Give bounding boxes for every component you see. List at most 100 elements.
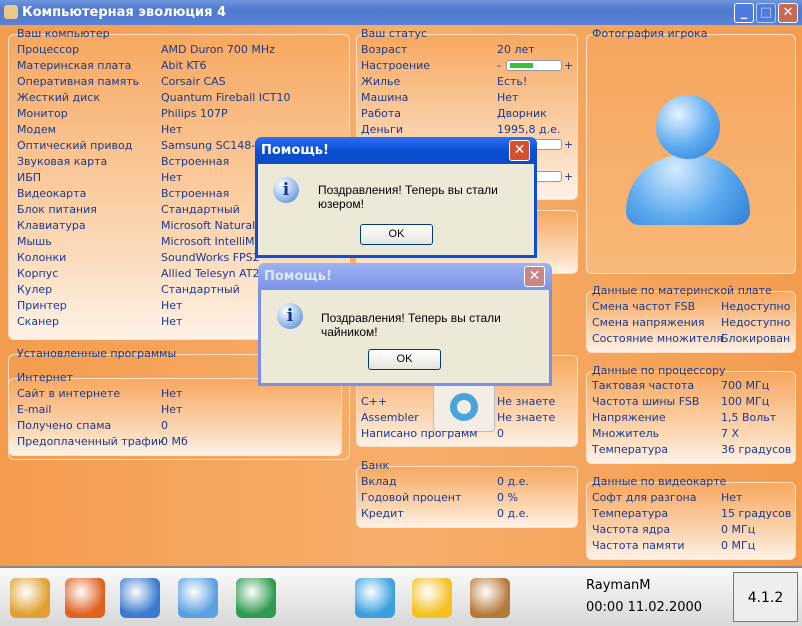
row-label: Блок питания [17,203,97,216]
hardware-info-icon[interactable] [236,578,276,618]
row-label: Частота памяти [592,539,685,552]
row-label: Оптический привод [17,139,133,152]
row-label: Частота шины FSB [592,395,700,408]
mood-bar [506,60,562,71]
row-value: 700 МГц [721,379,770,392]
mood-minus-button[interactable]: - [497,59,501,72]
computer-title: Ваш компьютер [17,27,110,40]
row-value: 0 МГц [721,523,756,536]
dialog-message: Поздравления! Теперь вы стали юзером! [318,183,498,211]
kde-gear-icon[interactable] [10,578,50,618]
row-value: Samsung SC148-F [161,139,262,152]
row-value: 15 градусов [721,507,792,520]
row-value: Abit KT6 [161,59,207,72]
row-label: Жесткий диск [17,91,100,104]
row-label: Клавиатура [17,219,86,232]
row-label: Кредит [361,507,404,520]
status-title: Ваш статус [361,27,428,40]
info-icon: i [277,303,303,329]
row-value: 0 Мб [161,435,188,448]
row-label: C++ [361,395,388,408]
row-label: Деньги [361,123,403,136]
minimize-button[interactable]: _ [734,3,754,23]
stat-plus-button[interactable]: + [564,138,573,151]
dialog-close-button[interactable]: ✕ [509,140,530,161]
dialog-title: Помощь! [255,137,537,164]
row-value: Нет [161,171,183,184]
title-bar: Компьютерная эволюция 4 _ □ ✕ [0,0,802,25]
star-icon[interactable] [412,578,452,618]
install-software-icon[interactable] [178,578,218,618]
row-value: Блокирован [721,332,791,345]
row-value: Нет [161,315,183,328]
row-value: 0 д.е. [497,475,529,488]
ok-button[interactable]: OK [360,224,433,245]
stat-plus-button[interactable]: + [564,170,573,183]
row-value: Не знаете [497,411,556,424]
row-value: 1,5 Вольт [721,411,777,424]
row-label: Тактовая частота [592,379,695,392]
internet-title: Интернет [17,371,73,384]
help-dialog: Помощь! ✕ i Поздравления! Теперь вы стал… [258,263,552,386]
row-label: Процессор [17,43,80,56]
row-value: Недоступно [721,300,791,313]
row-label: Машина [361,91,409,104]
blocks-icon[interactable] [355,578,395,618]
row-label: Сайт в интернете [17,387,121,400]
row-label: Вклад [361,475,397,488]
row-label: Годовой процент [361,491,462,504]
row-label: Настроение [361,59,431,72]
row-value: Встроенная [161,187,230,200]
row-label: Принтер [17,299,67,312]
gear-icon [433,380,495,432]
ok-button[interactable]: OK [368,349,441,370]
mood-plus-button[interactable]: + [564,59,573,72]
row-label: Смена напряжения [592,316,705,329]
window-title: Компьютерная эволюция 4 [22,5,226,20]
row-value: Нет [161,403,183,416]
row-value: 1995,8 д.е. [497,123,561,136]
row-label: Оперативная память [17,75,140,88]
dialog-close-button[interactable]: ✕ [524,266,545,287]
row-value: Не знаете [497,395,556,408]
row-value: Quantum Fireball ICT10 [161,91,291,104]
row-value: Нет [161,123,183,136]
computer-icon[interactable] [120,578,160,618]
row-label: ИБП [17,171,42,184]
row-label: Материнская плата [17,59,132,72]
row-label: Модем [17,123,56,136]
row-label: Температура [592,507,669,520]
dialog-message: Поздравления! Теперь вы стали чайником! [321,311,501,339]
row-label: Работа [361,107,402,120]
row-value: 36 градусов [721,443,792,456]
row-label: Температура [592,443,669,456]
wallet-icon[interactable] [470,578,510,618]
row-value: Нет [721,491,743,504]
row-value: Microsoft IntelliM [161,235,255,248]
row-label: Возраст [361,43,408,56]
row-value: 100 МГц [721,395,770,408]
row-value: 20 лет [497,43,535,56]
row-label: Множитель [592,427,660,440]
dialog-title: Помощь! [258,263,552,290]
close-button[interactable]: ✕ [778,3,798,23]
row-label: Софт для разгона [592,491,697,504]
row-value: Allied Telesyn AT2 [161,267,260,280]
row-label: Частота ядра [592,523,671,536]
row-label: Колонки [17,251,67,264]
row-label: Корпус [17,267,59,280]
home-icon[interactable] [65,578,105,618]
mood-bar-fill [510,63,533,68]
username: RaymanM [586,578,651,593]
row-label: Assembler [361,411,419,424]
row-value: Стандартный [161,203,240,216]
maximize-button[interactable]: □ [756,3,776,23]
row-value: Corsair CAS [161,75,226,88]
row-label: Монитор [17,107,68,120]
row-value: Встроенная [161,155,230,168]
row-label: Мышь [17,235,52,248]
row-label: Сканер [17,315,60,328]
row-value: 7 X [721,427,740,440]
motherboard-title: Данные по материнской плате [592,284,772,297]
row-value: SoundWorks FPS2 [161,251,260,264]
